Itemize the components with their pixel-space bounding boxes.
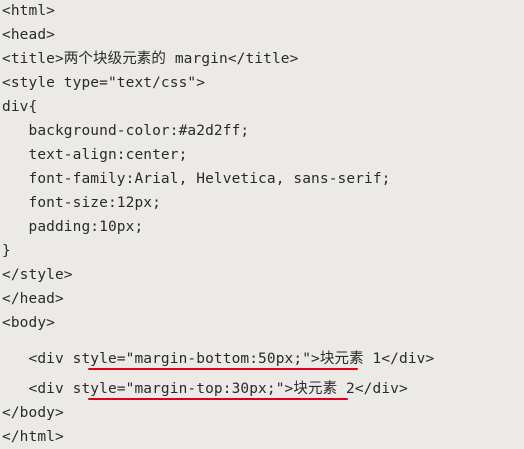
code-line-1: <html> xyxy=(2,3,55,19)
code-line-6: background-color:#a2d2ff; xyxy=(2,123,250,139)
code-line-18: </html> xyxy=(2,429,64,445)
highlight-underline-margin-top xyxy=(88,398,348,400)
code-line-8: font-family:Arial, Helvetica, sans-serif… xyxy=(2,171,391,187)
code-line-13: </head> xyxy=(2,291,64,307)
code-line-17: </body> xyxy=(2,405,64,421)
code-line-5: div{ xyxy=(2,99,38,115)
code-line-14: <body> xyxy=(2,315,55,331)
code-line-4: <style type="text/css"> xyxy=(2,75,206,91)
code-line-2: <head> xyxy=(2,27,55,43)
code-line-12: </style> xyxy=(2,267,73,283)
code-line-10: padding:10px; xyxy=(2,219,144,235)
code-line-7: text-align:center; xyxy=(2,147,188,163)
code-line-9: font-size:12px; xyxy=(2,195,161,211)
code-listing: <html> <head> <title>两个块级元素的 margin</tit… xyxy=(0,0,524,449)
code-line-16: <div style="margin-top:30px;">块元素 2</div… xyxy=(2,381,408,397)
highlight-underline-margin-bottom xyxy=(88,368,358,370)
code-line-11: } xyxy=(2,243,11,259)
code-line-3: <title>两个块级元素的 margin</title> xyxy=(2,51,299,67)
code-line-15: <div style="margin-bottom:50px;">块元素 1</… xyxy=(2,351,435,367)
